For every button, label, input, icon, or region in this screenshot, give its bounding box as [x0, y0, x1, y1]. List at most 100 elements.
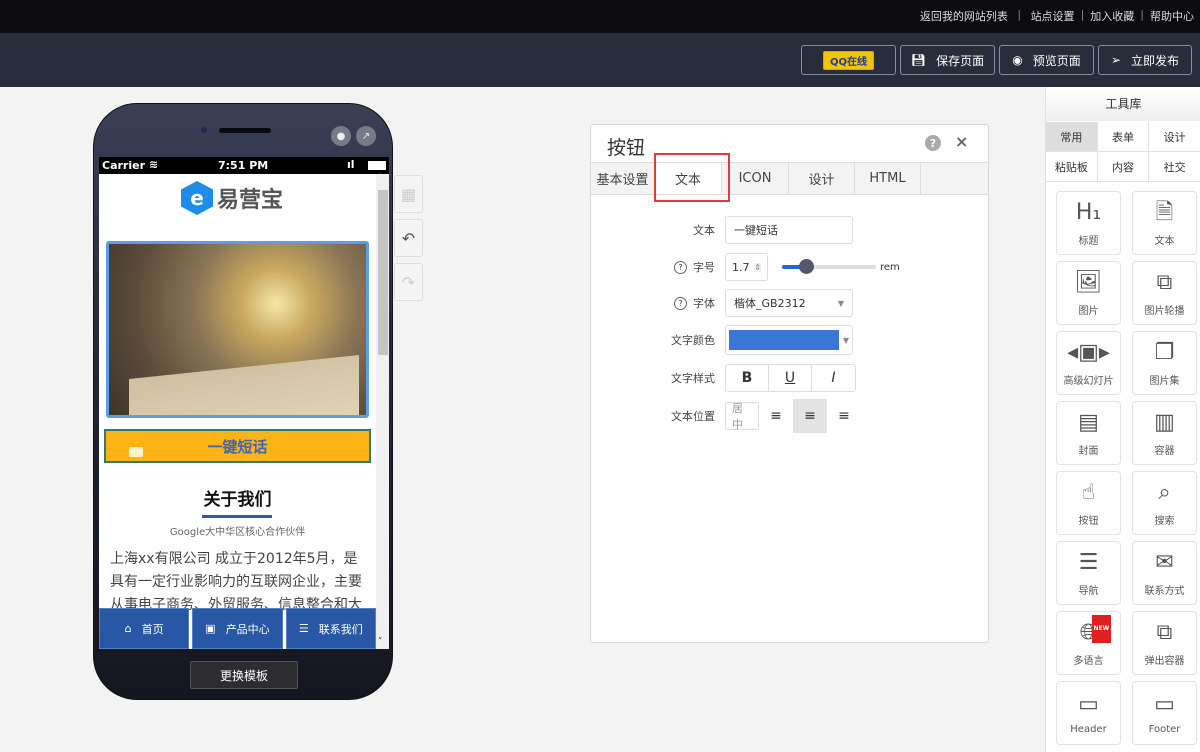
- highlight-box: [654, 153, 730, 202]
- tool-header[interactable]: ▭ Header: [1056, 681, 1121, 745]
- scroll-up-icon[interactable]: ˄: [378, 172, 383, 182]
- qq-online-button[interactable]: QQ在线: [801, 45, 896, 75]
- bold-button[interactable]: B: [726, 365, 769, 391]
- position-label: 文本位置: [671, 410, 715, 423]
- phone-preview: ● ↗ Carrier ≋ 7:51 PM ıl e 易营宝 一键短话 关于我们 …: [93, 103, 393, 700]
- footer-icon: ▭: [1154, 692, 1175, 717]
- size-value: 1.7: [732, 260, 750, 274]
- close-icon[interactable]: ×: [955, 132, 968, 151]
- qq-badge: QQ在线: [822, 50, 874, 70]
- lib-tab-form[interactable]: 表单: [1097, 122, 1150, 152]
- lib-tab-common[interactable]: 常用: [1046, 122, 1098, 152]
- tool-library: 工具库 常用 表单 设计 粘贴板 内容 社交 H₁ 标题 🗎 文本 🖼︎ 图片 ⧉ 图片轮播 ◂…: [1045, 87, 1200, 752]
- link-bookmark[interactable]: 加入收藏: [1090, 8, 1134, 24]
- globe-icon: 🌐︎ NEW: [1080, 615, 1112, 647]
- redo-icon[interactable]: ↷: [394, 263, 423, 301]
- tool-label: 封面: [1078, 446, 1099, 457]
- nav-home[interactable]: ⌂ 首页: [99, 608, 190, 649]
- tool-container[interactable]: ▥ 容器: [1132, 401, 1197, 465]
- underline-button[interactable]: U: [769, 365, 812, 391]
- lib-tab-social[interactable]: 社交: [1149, 152, 1200, 182]
- tool-pointer[interactable]: ☝ 按钮: [1056, 471, 1121, 535]
- lib-tab-clipboard[interactable]: 粘贴板: [1046, 152, 1098, 182]
- battery-icon: [368, 161, 386, 170]
- wechat-icon[interactable]: ●: [331, 126, 351, 146]
- scrollbar-thumb[interactable]: [378, 190, 388, 355]
- tab-icon[interactable]: ICON: [722, 163, 789, 194]
- speaker: [219, 128, 271, 133]
- search-icon: ⌕: [1158, 480, 1171, 505]
- nav-contact[interactable]: ☰ 联系我们: [285, 608, 376, 649]
- link-site-settings[interactable]: 站点设置: [1031, 8, 1075, 24]
- txt-file-icon: 🗎: [1155, 200, 1174, 225]
- font-value: 楷体_GB2312: [734, 297, 806, 310]
- tool-slideshow[interactable]: ◂▣▸ 高级幻灯片: [1056, 331, 1121, 395]
- link-site-list[interactable]: 返回我的网站列表: [920, 8, 1008, 24]
- publish-button[interactable]: ➢ 立即发布: [1098, 45, 1192, 75]
- size-label: 字号: [693, 261, 715, 274]
- image-icon: 🖼︎: [1074, 270, 1103, 295]
- nav-label: 产品中心: [225, 622, 270, 636]
- scroll-down-icon[interactable]: ˅: [378, 637, 383, 647]
- question-icon[interactable]: ?: [674, 296, 687, 310]
- tool-image[interactable]: 🖼︎ 图片: [1056, 261, 1121, 325]
- nav-list-icon: ☰: [1078, 550, 1099, 575]
- scrollbar[interactable]: ˄ ˅: [376, 172, 389, 649]
- slider-handle[interactable]: [798, 259, 814, 274]
- tool-footer[interactable]: ▭ Footer: [1132, 681, 1197, 745]
- tool-contact-card[interactable]: ✉ 联系方式: [1132, 541, 1197, 605]
- tool-globe[interactable]: 🌐︎ NEW 多语言: [1056, 611, 1121, 675]
- tool-gallery[interactable]: ❐ 图片集: [1132, 331, 1197, 395]
- tool-popup[interactable]: ⧉ 弹出容器: [1132, 611, 1197, 675]
- font-select[interactable]: 楷体_GB2312 ▼: [725, 289, 853, 317]
- change-template-button[interactable]: 更换模板: [190, 661, 298, 689]
- library-tabs: 常用 表单 设计 粘贴板 内容 社交: [1046, 122, 1200, 182]
- clock: 7:51 PM: [218, 159, 269, 172]
- tool-carousel[interactable]: ⧉ 图片轮播: [1132, 261, 1197, 325]
- font-size-slider[interactable]: [782, 259, 876, 274]
- save-page-button[interactable]: 💾︎ 保存页面: [900, 45, 995, 75]
- tool-nav-list[interactable]: ☰ 导航: [1056, 541, 1121, 605]
- font-size-stepper[interactable]: 1.7 ⇕: [725, 253, 768, 281]
- logo-e-icon: e: [181, 181, 213, 215]
- tool-label: 导航: [1078, 586, 1099, 597]
- align-center-icon[interactable]: ≡: [793, 399, 827, 433]
- chevron-down-icon: ▼: [842, 335, 849, 345]
- color-swatch: [729, 330, 839, 350]
- phone-screen: Carrier ≋ 7:51 PM ıl e 易营宝 一键短话 关于我们 Goog…: [99, 157, 389, 649]
- camera: [201, 127, 207, 133]
- stats-icon[interactable]: ↗: [356, 126, 376, 146]
- text-input[interactable]: 一键短话: [725, 216, 853, 244]
- link-help[interactable]: 帮助中心: [1150, 8, 1194, 24]
- question-icon[interactable]: ?: [674, 260, 687, 274]
- cover-icon: ▤: [1078, 410, 1099, 435]
- home-icon: ⌂: [124, 622, 132, 635]
- tab-design[interactable]: 设计: [789, 163, 855, 194]
- preview-page-button[interactable]: ◉ 预览页面: [999, 45, 1094, 75]
- align-right-icon[interactable]: ≡: [827, 399, 861, 433]
- tool-cover[interactable]: ▤ 封面: [1056, 401, 1121, 465]
- tool-label: 按钮: [1078, 516, 1099, 527]
- gallery-icon: ❐: [1154, 340, 1175, 365]
- align-left-icon[interactable]: ≡: [759, 399, 793, 433]
- nav-products[interactable]: ▣ 产品中心: [192, 608, 283, 649]
- qr-code-icon[interactable]: ▦: [394, 175, 423, 213]
- tool-search[interactable]: ⌕ 搜索: [1132, 471, 1197, 535]
- popup-icon: ⧉: [1156, 620, 1173, 645]
- undo-icon[interactable]: ↶: [394, 219, 423, 257]
- position-value: 居中: [725, 402, 759, 431]
- banner-image[interactable]: [106, 241, 369, 418]
- call-button[interactable]: 一键短话: [104, 429, 371, 463]
- help-icon[interactable]: ?: [925, 135, 941, 151]
- stepper-arrows-icon[interactable]: ⇕: [754, 262, 761, 272]
- lib-tab-design[interactable]: 设计: [1149, 122, 1200, 152]
- text-label: 文本: [693, 224, 715, 237]
- eye-icon: ◉: [1012, 53, 1023, 67]
- lib-tab-content[interactable]: 内容: [1097, 152, 1150, 182]
- italic-button[interactable]: I: [812, 365, 855, 391]
- color-picker[interactable]: ▼: [725, 325, 853, 355]
- tab-basic[interactable]: 基本设置: [591, 163, 655, 194]
- tab-html[interactable]: HTML: [855, 163, 921, 194]
- tool-txt-file[interactable]: 🗎 文本: [1132, 191, 1197, 255]
- tool-heading[interactable]: H₁ 标题: [1056, 191, 1121, 255]
